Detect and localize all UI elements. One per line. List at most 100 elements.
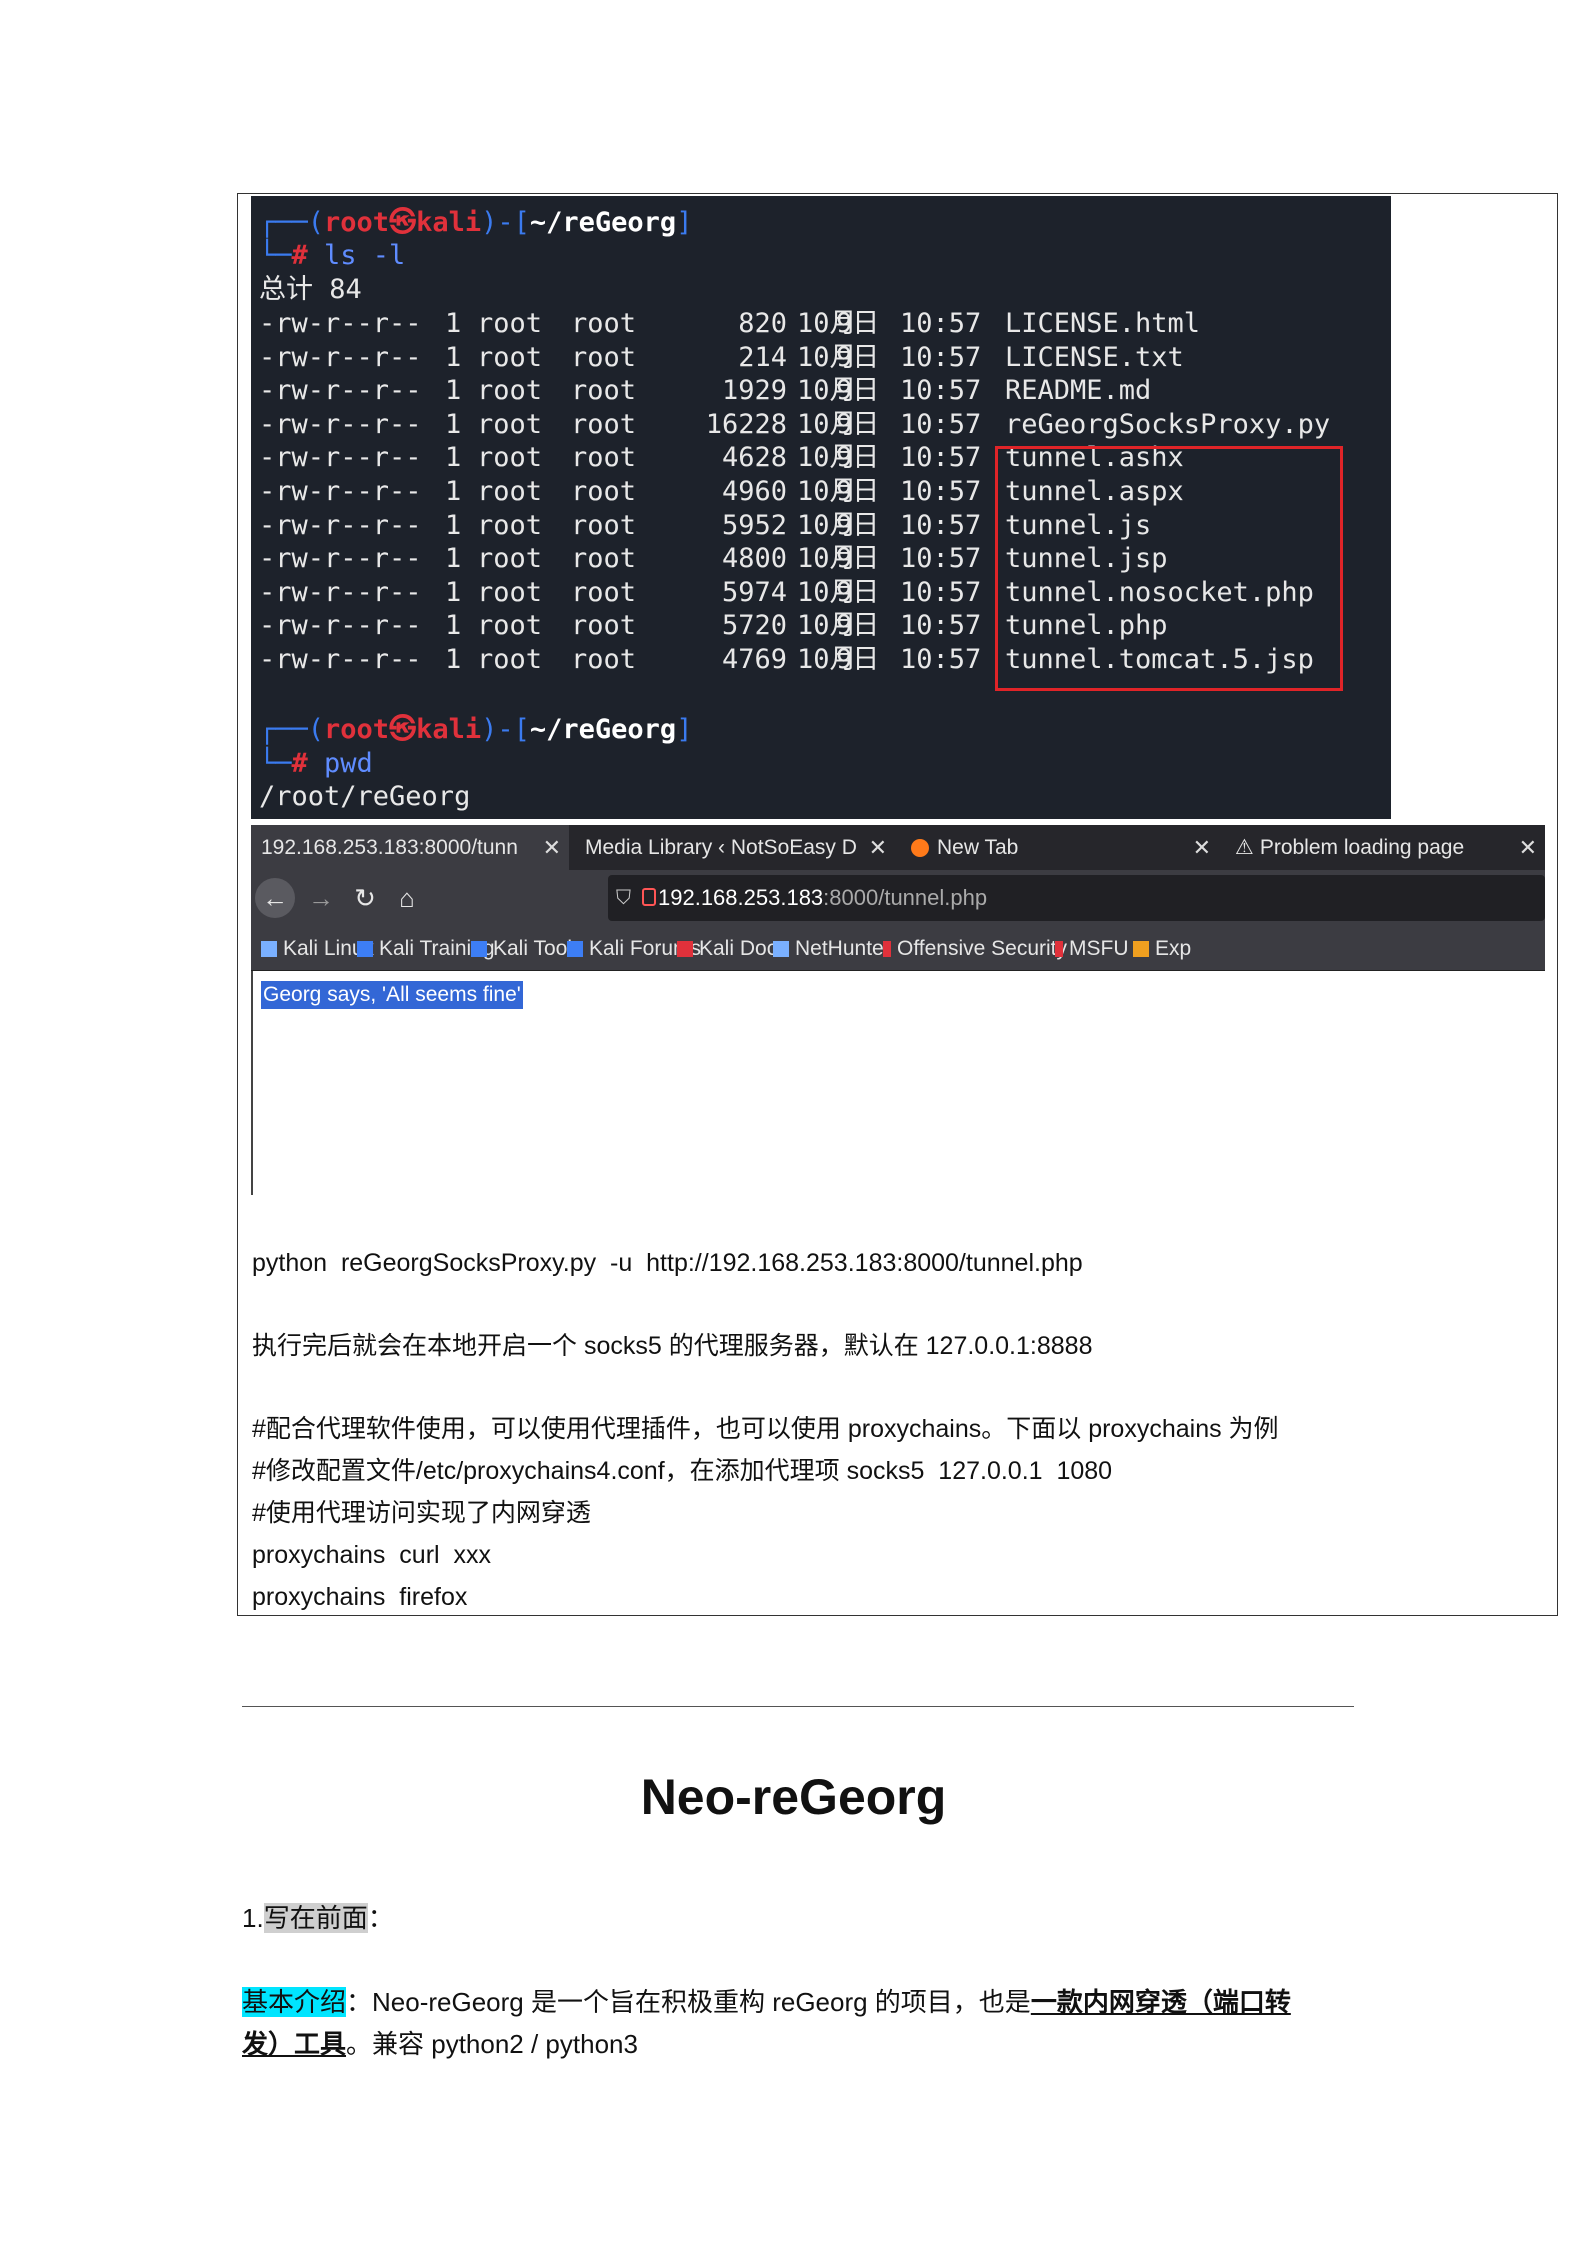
file-day: 9日	[836, 341, 880, 373]
file-links: 1	[445, 341, 462, 373]
offsec-icon	[883, 941, 891, 957]
file-perm: -rw-r--r--	[259, 476, 422, 507]
intro-paragraph-line2: 发）工具。兼容 python2 / python3	[242, 2029, 638, 2059]
kali-icon	[261, 941, 277, 957]
file-owner: root	[477, 308, 543, 339]
close-icon[interactable]: ✕	[1519, 825, 1537, 870]
file-name: LICENSE.txt	[1005, 341, 1184, 373]
exec-description: 执行完后就会在本地开启一个 socks5 的代理服务器，默认在 127.0.0.…	[252, 1332, 1093, 1360]
file-owner: root	[477, 341, 543, 373]
file-time: 10:57	[900, 543, 982, 575]
tab-bar: 192.168.253.183:8000/tunn ✕ Media Library…	[251, 825, 1545, 870]
tunnel-files-highlight-box	[995, 446, 1343, 691]
terminal-screenshot: ┌──(root㉿kali)-[~/reGeorg] └─# ls -l 总计 …	[251, 196, 1391, 819]
file-group: root	[571, 476, 637, 507]
exploit-db-icon	[1133, 941, 1149, 957]
file-group: root	[571, 341, 637, 373]
file-perm: -rw-r--r--	[259, 644, 422, 675]
file-perm: -rw-r--r--	[259, 543, 422, 575]
section-heading: Neo-reGeorg	[640, 1769, 947, 1825]
home-button[interactable]: ⌂	[387, 878, 427, 918]
file-name: reGeorgSocksProxy.py	[1005, 408, 1331, 440]
terminal-prompt: ┌──(root㉿kali)-[~/reGeorg]	[259, 207, 693, 238]
file-size: 820	[738, 308, 787, 339]
kali-icon	[357, 941, 373, 957]
terminal-output: /root/reGeorg	[259, 781, 471, 812]
file-links: 1	[445, 308, 462, 339]
file-day: 9日	[836, 442, 880, 474]
proxy-note-3: #使用代理访问实现了内网穿透	[252, 1499, 591, 1527]
file-group: root	[571, 644, 637, 675]
close-icon[interactable]: ✕	[1193, 825, 1211, 870]
forward-button[interactable]: →	[301, 878, 341, 918]
file-owner: root	[477, 442, 543, 474]
back-button[interactable]: ←	[255, 878, 295, 918]
file-owner: root	[477, 476, 543, 507]
tab-tunnel[interactable]: 192.168.253.183:8000/tunn ✕	[251, 825, 569, 870]
bookmark-msfu[interactable]: MSFU	[1055, 928, 1129, 970]
file-owner: root	[477, 375, 543, 407]
file-perm: -rw-r--r--	[259, 375, 422, 407]
file-size: 4960	[721, 476, 787, 507]
file-perm: -rw-r--r--	[259, 341, 422, 373]
proxy-note-4: proxychains curl xxx	[252, 1541, 491, 1569]
proxy-note-2: #修改配置文件/etc/proxychains4.conf，在添加代理项 soc…	[252, 1457, 1113, 1485]
intro-keyword-link: 一款内网穿透（端口转	[1030, 1987, 1291, 2017]
file-owner: root	[477, 576, 543, 608]
file-size: 214	[738, 341, 787, 373]
file-group: root	[571, 442, 637, 474]
navigation-bar: ← → ↻ ⌂ ⛉ 192.168.253.183:8000/tunnel.ph…	[251, 870, 1545, 928]
terminal-total: 总计 84	[259, 274, 362, 305]
docs-icon	[677, 941, 693, 957]
file-perm: -rw-r--r--	[259, 308, 422, 339]
tab-media-library[interactable]: Media Library ‹ NotSoEasy D ✕	[577, 825, 895, 870]
firefox-icon	[911, 839, 929, 857]
file-day: 9日	[836, 476, 880, 507]
file-group: root	[571, 576, 637, 608]
terminal-prompt: ┌──(root㉿kali)-[~/reGeorg]	[259, 714, 693, 745]
file-time: 10:57	[900, 375, 982, 407]
tab-problem-loading[interactable]: ⚠ Problem loading page ✕	[1227, 825, 1545, 870]
horizontal-rule	[242, 1706, 1354, 1707]
intro-label: 基本介绍	[242, 1987, 347, 2017]
file-size: 5952	[721, 509, 787, 541]
file-links: 1	[445, 509, 462, 541]
file-links: 1	[445, 576, 462, 608]
bookmark-nethunter[interactable]: NetHunter	[773, 928, 891, 970]
close-icon[interactable]: ✕	[869, 825, 887, 870]
file-links: 1	[445, 442, 462, 474]
browser-screenshot: 192.168.253.183:8000/tunn ✕ Media Library…	[251, 825, 1545, 1195]
tab-new-tab[interactable]: New Tab ✕	[903, 825, 1219, 870]
browser-content: Georg says, 'All seems fine'	[251, 971, 1545, 1195]
file-perm: -rw-r--r--	[259, 509, 422, 541]
terminal-command: └─# pwd	[259, 748, 373, 779]
bookmark-exploit-db[interactable]: Exp	[1133, 928, 1191, 970]
close-icon[interactable]: ✕	[543, 825, 561, 870]
reload-button[interactable]: ↻	[345, 878, 385, 918]
bookmarks-bar: Kali Linux Kali Training Kali Tools Kali…	[251, 928, 1545, 971]
file-group: root	[571, 610, 637, 642]
bookmark-kali-tools[interactable]: Kali Tools	[471, 928, 583, 970]
file-size: 4800	[721, 543, 787, 575]
file-links: 1	[445, 375, 462, 407]
file-day: 9日	[836, 509, 880, 541]
file-links: 1	[445, 610, 462, 642]
file-owner: root	[477, 644, 543, 675]
file-size: 1929	[721, 375, 787, 407]
intro-paragraph-line1: 基本介绍：Neo-reGeorg 是一个旨在积极重构 reGeorg 的项目，也…	[242, 1987, 1291, 2017]
file-time: 10:57	[900, 341, 982, 373]
file-group: root	[571, 375, 637, 407]
file-day: 9日	[836, 543, 880, 575]
bookmark-offensive-security[interactable]: Offensive Security	[883, 928, 1067, 970]
file-name: LICENSE.html	[1005, 308, 1201, 339]
file-name: README.md	[1005, 375, 1152, 407]
url-bar[interactable]: ⛉ 192.168.253.183:8000/tunnel.php	[608, 875, 1545, 921]
file-day: 9日	[836, 610, 880, 642]
terminal-command: └─# ls -l	[259, 240, 406, 271]
file-group: root	[571, 408, 637, 440]
bookmark-kali-docs[interactable]: Kali Docs	[677, 928, 788, 970]
shield-icon: ⛉	[616, 887, 631, 909]
file-time: 10:57	[900, 408, 982, 440]
file-owner: root	[477, 610, 543, 642]
file-perm: -rw-r--r--	[259, 442, 422, 474]
